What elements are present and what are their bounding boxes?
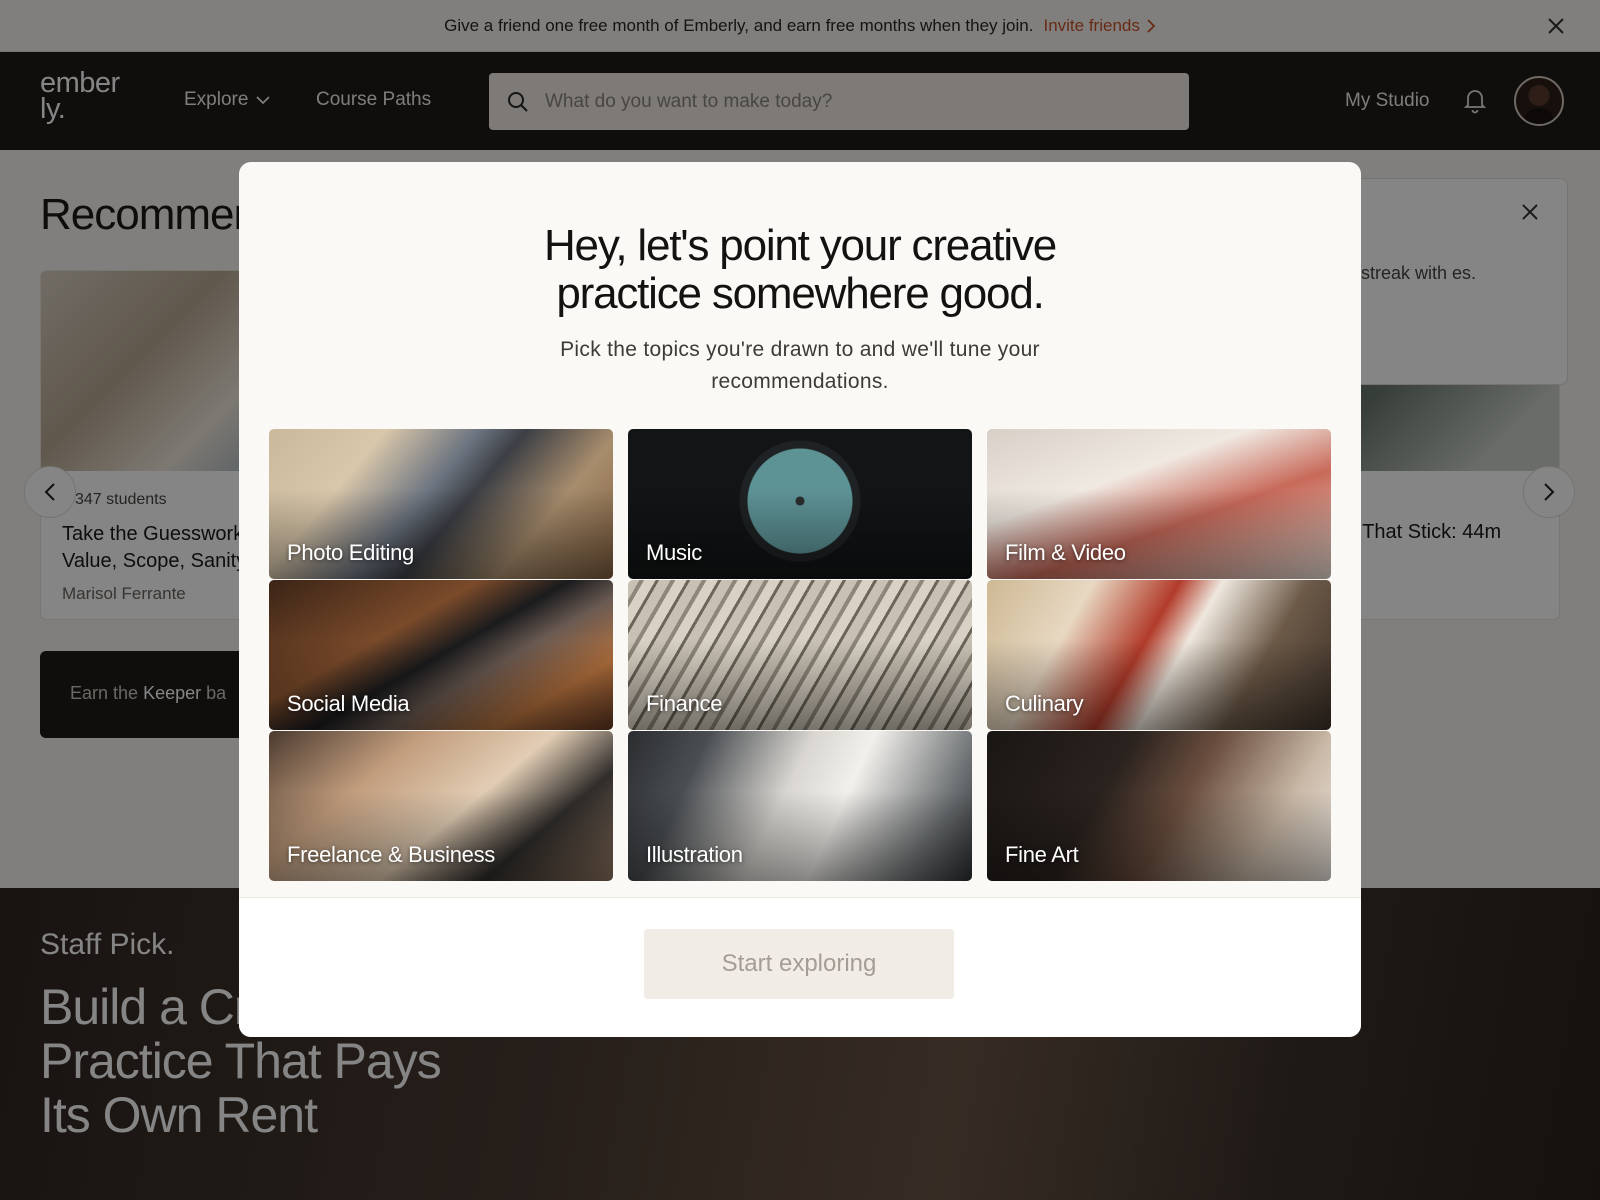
topic-tile-fine-art[interactable]: Fine Art xyxy=(987,731,1331,881)
topic-tile-culinary[interactable]: Culinary xyxy=(987,580,1331,730)
topic-tile-finance[interactable]: Finance xyxy=(628,580,972,730)
topic-tile-film-video[interactable]: Film & Video xyxy=(987,429,1331,579)
topic-tile-music[interactable]: Music xyxy=(628,429,972,579)
topic-picker-modal: Hey, let's point your creative practice … xyxy=(239,162,1361,1037)
modal-footer: Start exploring xyxy=(239,897,1361,1037)
modal-subtitle: Pick the topics you're drawn to and we'l… xyxy=(560,338,1040,393)
topic-tile-photo-editing[interactable]: Photo Editing xyxy=(269,429,613,579)
topic-tile-illustration[interactable]: Illustration xyxy=(628,731,972,881)
topic-grid: Photo Editing Music Film & Video Social … xyxy=(269,429,1331,881)
topic-tile-social-media[interactable]: Social Media xyxy=(269,580,613,730)
topic-tile-freelance-business[interactable]: Freelance & Business xyxy=(269,731,613,881)
modal-title: Hey, let's point your creative practice … xyxy=(543,221,1057,318)
start-exploring-button[interactable]: Start exploring xyxy=(644,929,954,999)
